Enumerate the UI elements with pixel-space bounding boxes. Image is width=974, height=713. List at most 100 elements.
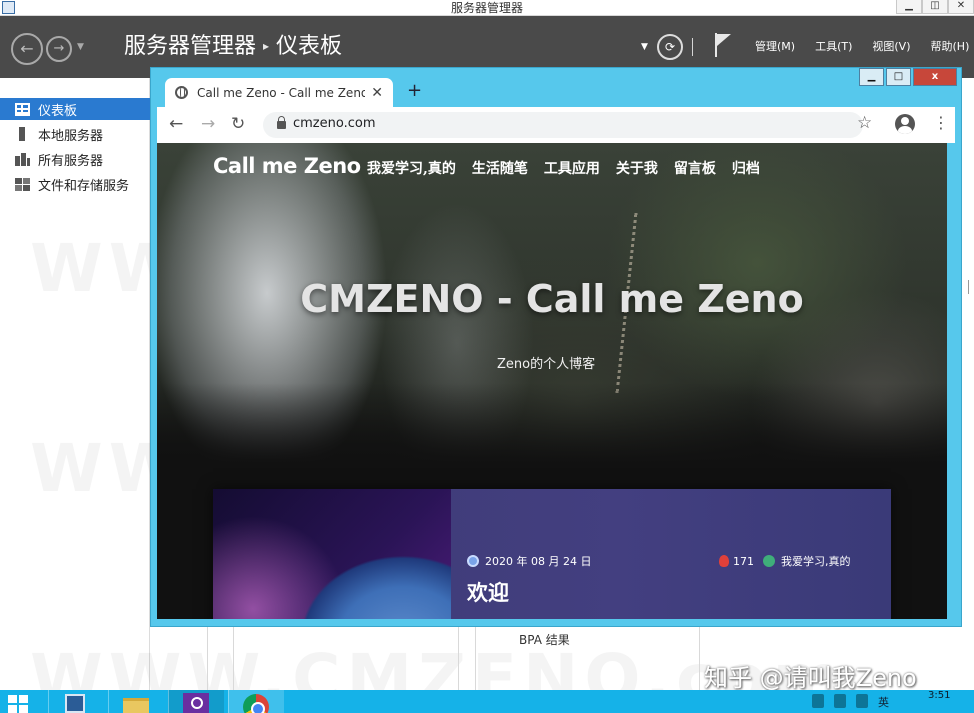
sidebar-item-local-server[interactable]: 本地服务器 bbox=[0, 123, 150, 145]
url-text[interactable]: cmzeno.com bbox=[293, 116, 376, 131]
close-button[interactable]: ✕ bbox=[948, 0, 974, 14]
menu-tools[interactable]: 工具(T) bbox=[815, 38, 852, 54]
post-date: 2020 年 08 月 24 日 bbox=[467, 553, 591, 569]
chrome-close-button[interactable]: x bbox=[913, 68, 957, 86]
server-manager-sidebar: 仪表板 本地服务器 所有服务器 文件和存储服务 bbox=[0, 78, 150, 690]
sidebar-item-dashboard[interactable]: 仪表板 bbox=[0, 98, 150, 120]
browser-toolbar: ← → ↻ cmzeno.com ☆ ⋮ bbox=[157, 107, 955, 143]
nav-item-archive[interactable]: 归档 bbox=[732, 158, 760, 178]
sidebar-item-label: 本地服务器 bbox=[38, 128, 104, 144]
sidebar-item-file-storage[interactable]: 文件和存储服务 bbox=[0, 173, 150, 195]
nav-item-guestbook[interactable]: 留言板 bbox=[674, 158, 716, 178]
chrome-restore-button[interactable]: □ bbox=[886, 68, 911, 86]
storage-icon bbox=[15, 177, 30, 191]
breadcrumb-current: 仪表板 bbox=[276, 34, 343, 59]
sidebar-item-all-servers[interactable]: 所有服务器 bbox=[0, 148, 150, 170]
post-card[interactable]: 2020 年 08 月 24 日 171 我爱学习,真的 欢迎 bbox=[213, 489, 891, 619]
nav-item-life[interactable]: 生活随笔 bbox=[472, 158, 528, 178]
address-bar[interactable]: cmzeno.com bbox=[263, 112, 863, 138]
hero-subtitle: Zeno的个人博客 bbox=[497, 357, 596, 372]
volume-icon[interactable] bbox=[856, 694, 868, 708]
windows-start-icon[interactable] bbox=[8, 695, 28, 713]
tile-divider bbox=[233, 625, 234, 690]
menu-kebab-icon[interactable]: ⋮ bbox=[933, 113, 949, 132]
history-dropdown-icon[interactable]: ▼ bbox=[77, 42, 84, 52]
post-title[interactable]: 欢迎 bbox=[467, 577, 509, 607]
breadcrumb-root[interactable]: 服务器管理器 bbox=[124, 34, 256, 59]
post-views: 171 bbox=[733, 554, 754, 568]
nav-item-study[interactable]: 我爱学习,真的 bbox=[367, 158, 456, 178]
arrow-right-icon: → bbox=[53, 41, 65, 56]
server-icon bbox=[19, 127, 25, 141]
zhihu-watermark: 知乎 @请叫我Zeno bbox=[704, 664, 917, 692]
server-manager-icon bbox=[65, 694, 85, 713]
web-page: Call me Zeno 我爱学习,真的 生活随笔 工具应用 关于我 留言板 归… bbox=[157, 143, 947, 619]
taskbar-file-explorer[interactable] bbox=[108, 690, 164, 713]
post-thumbnail[interactable] bbox=[213, 489, 451, 619]
menu-view[interactable]: 视图(V) bbox=[872, 38, 910, 54]
clock-icon bbox=[467, 555, 479, 567]
clock-time[interactable]: 3:51 bbox=[928, 690, 950, 701]
ime-indicator[interactable]: 英 bbox=[878, 694, 889, 710]
tile-divider bbox=[475, 625, 476, 690]
nav-item-tools[interactable]: 工具应用 bbox=[544, 158, 600, 178]
header-menu: 管理(M) 工具(T) 视图(V) 帮助(H) bbox=[755, 38, 969, 54]
post-category[interactable]: 我爱学习,真的 bbox=[781, 553, 851, 569]
forward-button[interactable]: → bbox=[46, 36, 72, 62]
bookmark-star-icon[interactable]: ☆ bbox=[857, 113, 872, 133]
menu-help[interactable]: 帮助(H) bbox=[931, 38, 970, 54]
breadcrumb-separator-icon: ▸ bbox=[263, 39, 270, 53]
post-date-text: 2020 年 08 月 24 日 bbox=[485, 555, 592, 568]
tag-icon bbox=[763, 555, 775, 567]
fire-icon bbox=[719, 555, 729, 567]
breadcrumb: 服务器管理器 ▸ 仪表板 bbox=[124, 32, 342, 64]
sidebar-item-label: 文件和存储服务 bbox=[38, 178, 130, 194]
header-divider bbox=[692, 38, 693, 56]
chrome-window-controls: ▁ □ x bbox=[859, 68, 957, 86]
dashboard-grid-icon bbox=[15, 102, 30, 116]
minimize-button[interactable]: ▁ bbox=[896, 0, 922, 14]
tab-close-icon[interactable]: ✕ bbox=[371, 85, 383, 101]
window-title: 服务器管理器 bbox=[450, 1, 523, 15]
chrome-icon bbox=[243, 694, 269, 713]
chrome-minimize-button[interactable]: ▁ bbox=[859, 68, 884, 86]
post-meta: 171 我爱学习,真的 bbox=[719, 553, 851, 569]
taskbar: 英 3:51 bbox=[0, 690, 974, 713]
taskbar-app[interactable] bbox=[168, 690, 224, 713]
site-brand[interactable]: Call me Zeno bbox=[213, 154, 361, 178]
refresh-icon[interactable]: ⟳ bbox=[657, 34, 683, 60]
tile-divider bbox=[207, 625, 208, 690]
lock-icon[interactable] bbox=[277, 116, 286, 129]
servers-icon bbox=[15, 152, 30, 166]
restore-button[interactable]: ◫ bbox=[922, 0, 948, 14]
back-arrow-icon[interactable]: ← bbox=[169, 114, 183, 134]
hero-fade bbox=[157, 383, 947, 463]
header-dropdown-icon[interactable]: ▼ bbox=[641, 42, 648, 52]
chrome-window: ▁ □ x Call me Zeno - Call me Zeno ✕ + ← … bbox=[150, 67, 962, 627]
nav-item-about[interactable]: 关于我 bbox=[616, 158, 658, 178]
browser-tab[interactable]: Call me Zeno - Call me Zeno ✕ bbox=[165, 78, 393, 107]
bpa-results-label[interactable]: BPA 结果 bbox=[519, 631, 570, 648]
back-button[interactable]: ← bbox=[11, 33, 43, 65]
forward-arrow-icon[interactable]: → bbox=[201, 114, 215, 134]
flag-tray-icon[interactable] bbox=[834, 694, 846, 708]
tab-title: Call me Zeno - Call me Zeno bbox=[197, 85, 366, 100]
globe-icon bbox=[175, 86, 188, 99]
profile-avatar-icon[interactable] bbox=[895, 114, 915, 134]
site-nav: 我爱学习,真的 生活随笔 工具应用 关于我 留言板 归档 bbox=[367, 158, 760, 178]
sidebar-item-label: 仪表板 bbox=[38, 103, 78, 119]
server-manager-titlebar: 服务器管理器 ▁ ◫ ✕ bbox=[0, 0, 974, 16]
tile-divider bbox=[458, 625, 459, 690]
new-tab-button[interactable]: + bbox=[407, 80, 422, 101]
menu-manage[interactable]: 管理(M) bbox=[755, 38, 795, 54]
taskbar-chrome[interactable] bbox=[228, 690, 284, 713]
system-tray: 英 bbox=[812, 694, 889, 710]
network-icon[interactable] bbox=[812, 694, 824, 708]
scrollbar[interactable] bbox=[968, 280, 974, 294]
arrow-left-icon: ← bbox=[20, 39, 34, 58]
notifications-flag-icon[interactable] bbox=[713, 33, 731, 57]
taskbar-server-manager[interactable] bbox=[48, 690, 104, 713]
app-icon bbox=[183, 693, 209, 713]
tile-divider bbox=[699, 625, 700, 690]
reload-icon[interactable]: ↻ bbox=[231, 114, 245, 134]
